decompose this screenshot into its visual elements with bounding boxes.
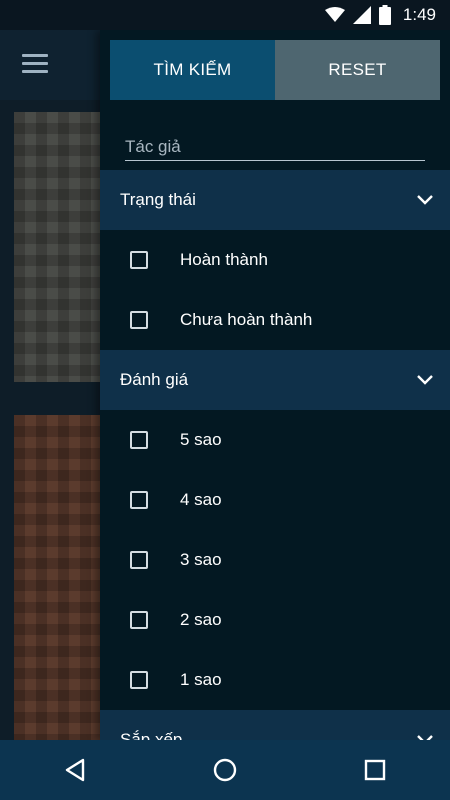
filter-option-2-stars[interactable]: 2 sao <box>100 590 450 650</box>
status-bar: 1:49 <box>0 0 450 30</box>
navigation-bar <box>0 740 450 800</box>
option-label: 3 sao <box>180 550 222 569</box>
checkbox[interactable] <box>130 431 148 449</box>
author-field[interactable] <box>125 134 425 161</box>
drawer-action-buttons: TÌM KIẾM RESET <box>110 40 440 100</box>
search-button[interactable]: TÌM KIẾM <box>110 40 275 100</box>
chevron-down-icon <box>417 195 433 205</box>
section-header-rating[interactable]: Đánh giá <box>100 350 450 410</box>
app-toolbar <box>0 30 100 100</box>
wifi-icon <box>324 7 345 22</box>
option-label: 2 sao <box>180 610 222 629</box>
battery-icon <box>378 5 391 25</box>
section-header-sort[interactable]: Sắp xếp <box>100 710 450 740</box>
back-icon <box>65 758 85 782</box>
hamburger-menu-icon[interactable] <box>22 54 48 74</box>
home-icon <box>213 758 237 782</box>
checkbox[interactable] <box>130 491 148 509</box>
checkbox[interactable] <box>130 311 148 329</box>
filter-option-1-star[interactable]: 1 sao <box>100 650 450 710</box>
home-button[interactable] <box>195 740 255 800</box>
story-thumbnail[interactable] <box>14 415 100 745</box>
author-input[interactable] <box>125 134 425 160</box>
filter-option-3-stars[interactable]: 3 sao <box>100 530 450 590</box>
reset-button[interactable]: RESET <box>275 40 440 100</box>
section-header-status[interactable]: Trạng thái <box>100 170 450 230</box>
recents-button[interactable] <box>345 740 405 800</box>
status-time: 1:49 <box>402 5 436 24</box>
recents-icon <box>364 759 386 781</box>
story-thumbnail[interactable] <box>14 112 100 382</box>
option-label: Chưa hoàn thành <box>180 310 313 329</box>
signal-icon <box>352 6 371 24</box>
option-label: 4 sao <box>180 490 222 509</box>
filter-option-completed[interactable]: Hoàn thành <box>100 230 450 290</box>
section-title: Sắp xếp <box>120 730 183 740</box>
filter-option-ongoing[interactable]: Chưa hoàn thành <box>100 290 450 350</box>
checkbox[interactable] <box>130 551 148 569</box>
filter-option-4-stars[interactable]: 4 sao <box>100 470 450 530</box>
option-label: 1 sao <box>180 670 222 689</box>
option-label: 5 sao <box>180 430 222 449</box>
checkbox[interactable] <box>130 611 148 629</box>
section-title: Đánh giá <box>120 370 189 389</box>
section-title: Trạng thái <box>120 190 196 209</box>
option-label: Hoàn thành <box>180 250 268 269</box>
chevron-down-icon <box>417 375 433 385</box>
checkbox[interactable] <box>130 251 148 269</box>
checkbox[interactable] <box>130 671 148 689</box>
back-button[interactable] <box>45 740 105 800</box>
filter-drawer: TÌM KIẾM RESET Trạng thái Hoàn thành Chư… <box>100 30 450 740</box>
filter-option-5-stars[interactable]: 5 sao <box>100 410 450 470</box>
